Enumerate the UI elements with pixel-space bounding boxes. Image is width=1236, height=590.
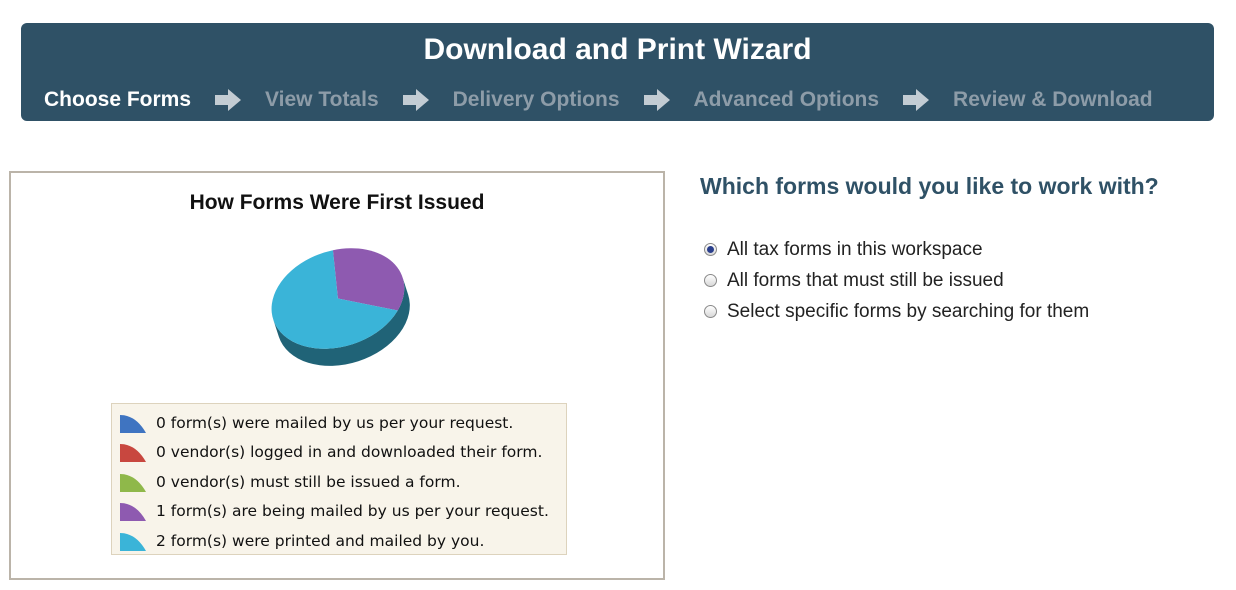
right-arrow-icon [643,89,670,111]
option-label: All tax forms in this workspace [727,238,983,260]
option-label: All forms that must still be issued [727,269,1004,291]
legend-label: 2 form(s) were printed and mailed by you… [156,531,485,550]
wizard-header: Download and Print Wizard Choose Forms V… [21,23,1214,121]
right-arrow-icon [402,89,429,111]
option-forms-still-issued[interactable]: All forms that must still be issued [704,265,1089,296]
step-review-download[interactable]: Review & Download [953,88,1153,112]
legend-item: 0 form(s) were mailed by us per your req… [112,408,566,438]
wizard-title: Download and Print Wizard [423,33,812,66]
legend-label: 0 form(s) were mailed by us per your req… [156,413,514,432]
legend-label: 0 vendor(s) must still be issued a form. [156,472,461,491]
legend-swatch-icon [120,532,146,551]
legend-item: 2 form(s) were printed and mailed by you… [112,526,566,556]
legend-item: 0 vendor(s) must still be issued a form. [112,467,566,497]
legend-item: 0 vendor(s) logged in and downloaded the… [112,438,566,468]
radio-all-tax-forms[interactable] [704,243,717,256]
right-arrow-icon [903,89,930,111]
form-options: All tax forms in this workspace All form… [704,234,1089,327]
legend-label: 1 form(s) are being mailed by us per you… [156,502,549,521]
step-view-totals[interactable]: View Totals [265,88,379,112]
chart-title: How Forms Were First Issued [189,191,485,214]
pie-chart [271,248,410,366]
option-select-specific[interactable]: Select specific forms by searching for t… [704,296,1089,327]
chart-panel: How Forms Were First Issued 0 form(s) we… [9,171,665,580]
chart-legend: 0 form(s) were mailed by us per your req… [111,403,567,555]
radio-forms-still-issued[interactable] [704,274,717,287]
radio-select-specific[interactable] [704,305,717,318]
wizard-steps: Choose Forms View Totals Delivery Option… [44,85,1204,115]
question-title: Which forms would you like to work with? [700,173,1159,199]
step-delivery-options[interactable]: Delivery Options [453,88,620,112]
option-label: Select specific forms by searching for t… [727,300,1090,322]
legend-swatch-icon [120,444,146,463]
legend-swatch-icon [120,414,146,433]
right-arrow-icon [215,89,242,111]
legend-item: 1 form(s) are being mailed by us per you… [112,497,566,527]
legend-label: 0 vendor(s) logged in and downloaded the… [156,443,543,462]
step-choose-forms[interactable]: Choose Forms [44,88,191,112]
legend-swatch-icon [120,473,146,492]
step-advanced-options[interactable]: Advanced Options [694,88,880,112]
legend-swatch-icon [120,503,146,522]
option-all-tax-forms[interactable]: All tax forms in this workspace [704,234,1089,265]
